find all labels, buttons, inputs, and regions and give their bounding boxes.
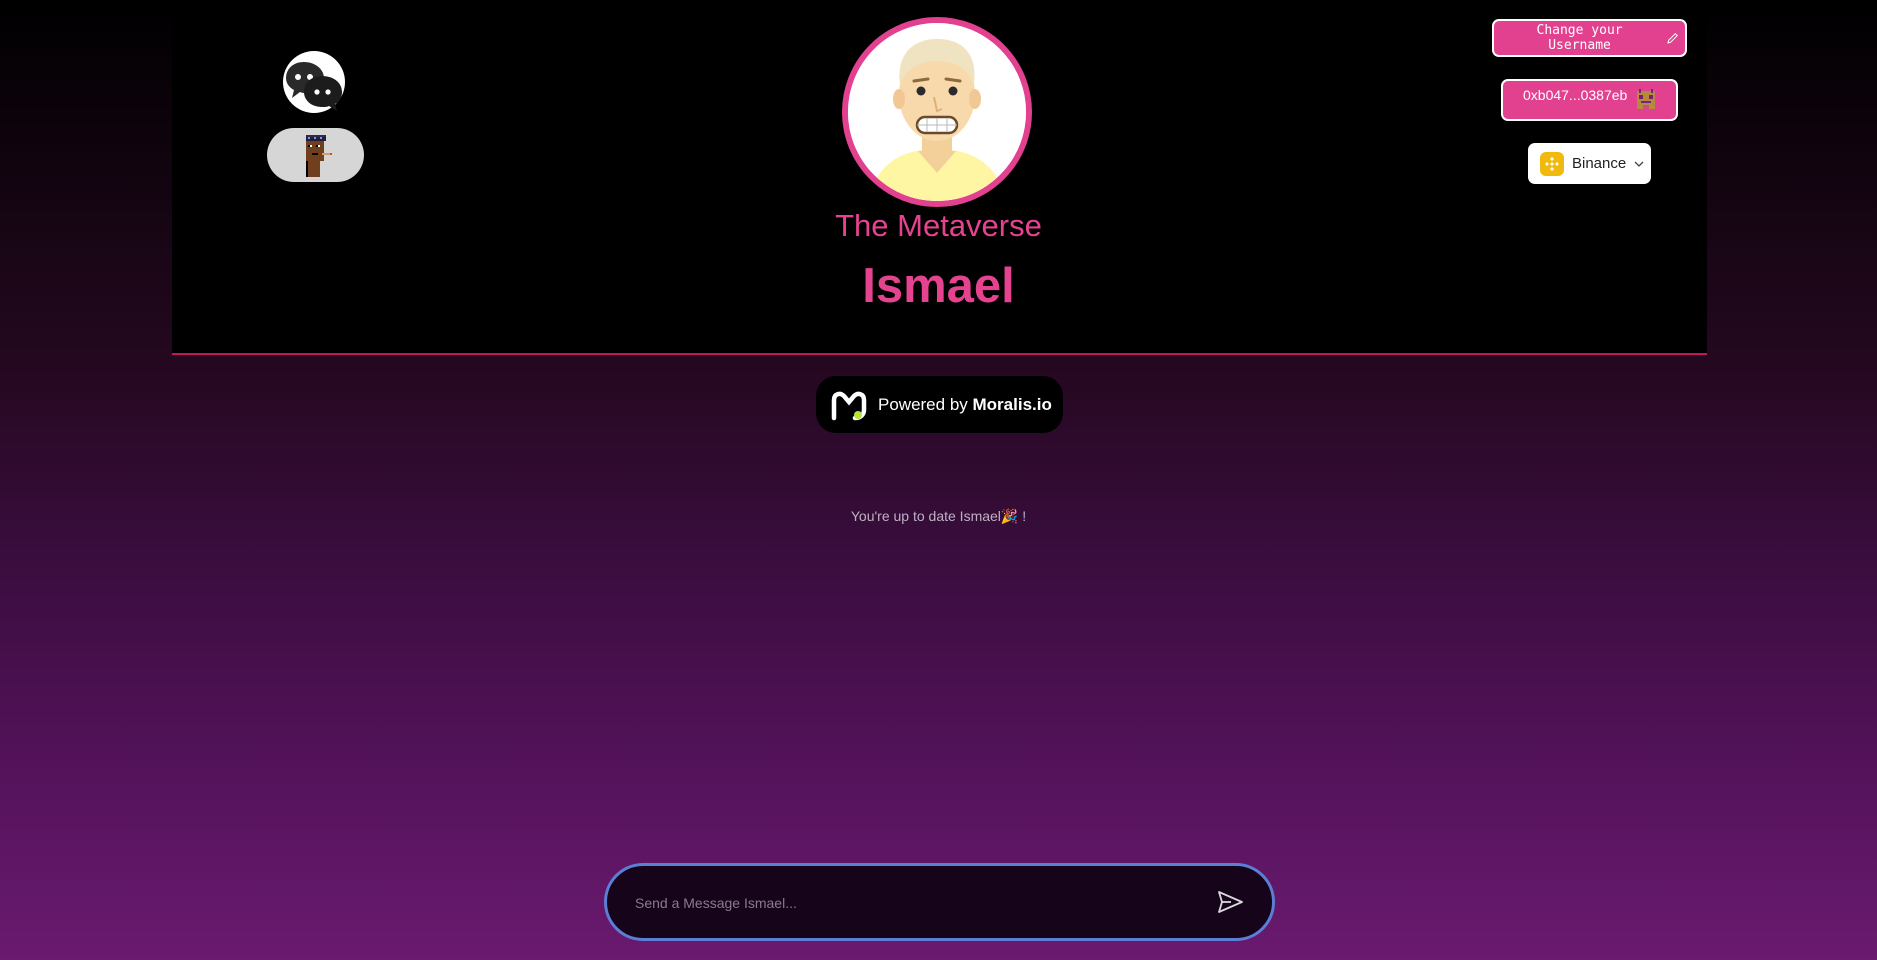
punk-avatar-button[interactable] xyxy=(267,128,364,182)
up-to-date-status: You're up to date Ismael🎉 ! xyxy=(850,508,1027,524)
username-title: Ismael xyxy=(862,259,1015,313)
send-icon xyxy=(1218,891,1243,913)
send-button[interactable] xyxy=(1214,887,1246,919)
chain-selector[interactable]: Binance xyxy=(1528,143,1651,184)
chat-bubbles-icon[interactable] xyxy=(282,50,346,114)
moralis-logo-icon xyxy=(831,391,867,420)
profile-avatar xyxy=(842,17,1032,207)
binance-icon xyxy=(1540,151,1564,176)
pencil-icon xyxy=(1667,32,1679,44)
wallet-address: 0xb047...0387eb xyxy=(1523,87,1628,103)
cryptopunk-icon xyxy=(306,135,332,177)
chevron-down-icon xyxy=(1634,161,1644,167)
wallet-nft-icon xyxy=(1633,87,1659,113)
powered-by-prefix: Powered by xyxy=(878,394,968,414)
message-input[interactable] xyxy=(633,884,1177,922)
chain-label: Binance xyxy=(1572,155,1627,172)
change-username-label: Change your Username xyxy=(1536,23,1623,53)
powered-by-text: Powered by Moralis.io xyxy=(878,395,1052,415)
subtitle: The Metaverse xyxy=(835,208,1042,243)
powered-by-brand: Moralis.io xyxy=(972,394,1052,414)
message-composer xyxy=(604,863,1275,941)
wallet-address-button[interactable]: 0xb047...0387eb xyxy=(1501,79,1678,121)
change-username-button[interactable]: Change your Username xyxy=(1492,19,1687,57)
powered-by-moralis-badge[interactable]: Powered by Moralis.io xyxy=(816,376,1063,433)
